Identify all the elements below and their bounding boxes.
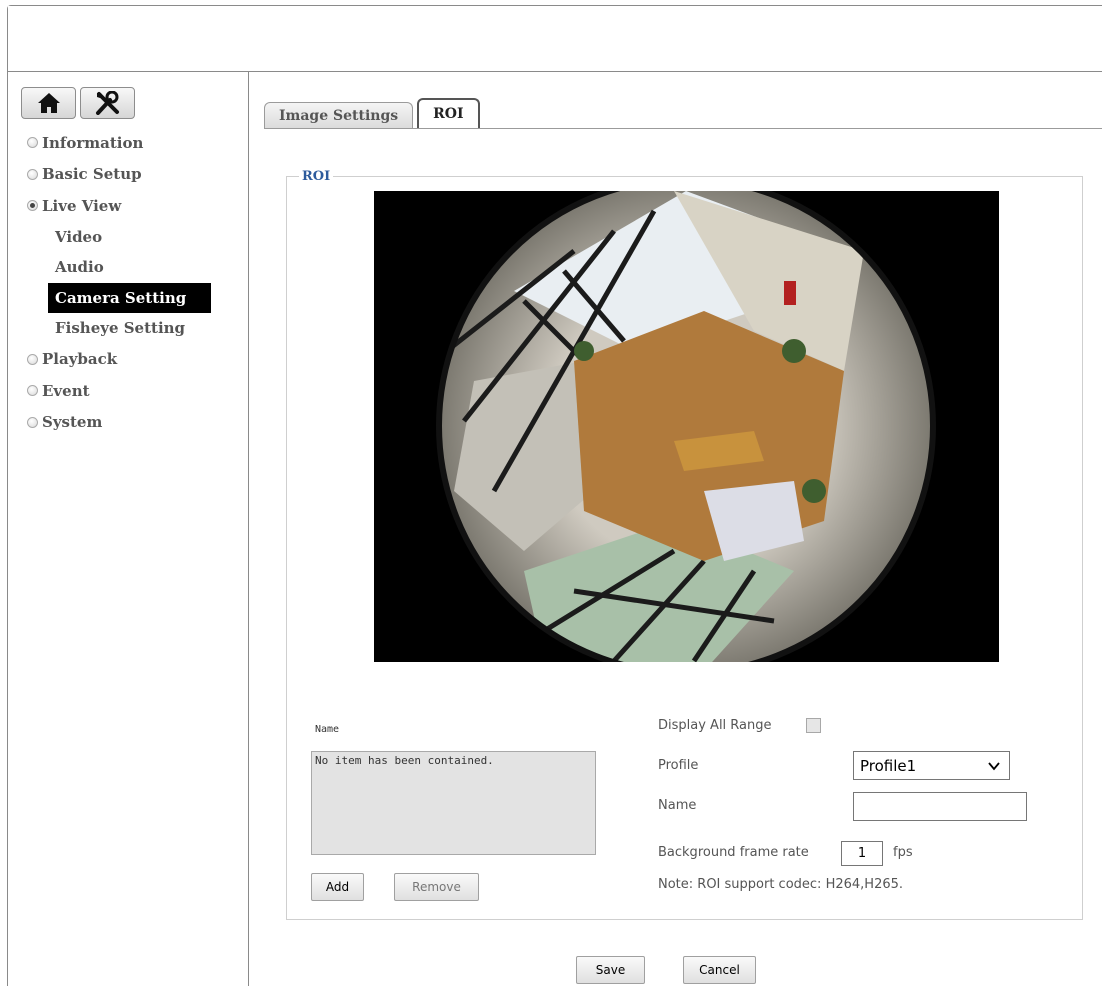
profile-select[interactable]: Profile1 bbox=[853, 751, 1010, 780]
tab-bar: Image Settings ROI bbox=[264, 98, 480, 128]
submenu-item-fisheye-setting[interactable]: Fisheye Setting bbox=[8, 313, 248, 344]
menu-item-label: System bbox=[42, 413, 103, 432]
radio-dot-active-icon bbox=[27, 200, 38, 212]
profile-selected-value: Profile1 bbox=[860, 756, 917, 775]
menu-item-label: Basic Setup bbox=[42, 165, 142, 184]
roi-name-input[interactable] bbox=[853, 792, 1027, 821]
radio-dot-icon bbox=[27, 353, 38, 365]
nav-menu: Information Basic Setup Live View Video … bbox=[8, 127, 248, 438]
menu-item-system[interactable]: System bbox=[8, 407, 248, 439]
add-button[interactable]: Add bbox=[311, 873, 364, 901]
menu-item-information[interactable]: Information bbox=[8, 127, 248, 159]
radio-dot-icon bbox=[27, 168, 38, 180]
menu-item-label: Playback bbox=[42, 350, 118, 369]
name-list-label: Name bbox=[315, 724, 340, 735]
tab-image-settings[interactable]: Image Settings bbox=[264, 102, 414, 128]
app-frame: Information Basic Setup Live View Video … bbox=[7, 5, 1102, 986]
submenu-item-camera-setting[interactable]: Camera Setting bbox=[48, 282, 211, 313]
codec-note: Note: ROI support codec: H264,H265. bbox=[658, 877, 904, 892]
home-icon bbox=[37, 93, 60, 113]
toolbar bbox=[21, 87, 135, 119]
tab-roi[interactable]: ROI bbox=[417, 98, 480, 128]
tab-divider bbox=[264, 128, 1102, 129]
name-field-label: Name bbox=[658, 798, 697, 813]
remove-button[interactable]: Remove bbox=[394, 873, 479, 901]
menu-item-event[interactable]: Event bbox=[8, 375, 248, 407]
save-button[interactable]: Save bbox=[576, 956, 645, 984]
menu-item-label: Event bbox=[42, 381, 90, 400]
sidebar: Information Basic Setup Live View Video … bbox=[8, 72, 249, 986]
submenu-item-video[interactable]: Video bbox=[8, 222, 248, 253]
radio-dot-icon bbox=[27, 416, 38, 428]
fps-unit-label: fps bbox=[893, 845, 913, 860]
header-bar bbox=[8, 6, 1102, 72]
fisheye-camera-image bbox=[374, 191, 999, 662]
menu-item-label: Information bbox=[42, 133, 144, 152]
cancel-button[interactable]: Cancel bbox=[683, 956, 756, 984]
fisheye-video-view[interactable] bbox=[374, 191, 999, 662]
menu-item-label: Live View bbox=[42, 196, 122, 215]
display-all-range-checkbox[interactable] bbox=[806, 718, 821, 733]
chevron-down-icon bbox=[988, 762, 1000, 771]
tools-button[interactable] bbox=[80, 87, 135, 119]
profile-label: Profile bbox=[658, 758, 699, 773]
display-all-range-label: Display All Range bbox=[658, 718, 772, 733]
main-content: Image Settings ROI ROI Name No item has … bbox=[249, 72, 1102, 986]
roi-name-list[interactable]: No item has been contained. bbox=[311, 751, 596, 855]
bg-frame-rate-label: Background frame rate bbox=[658, 845, 809, 860]
tools-icon bbox=[95, 91, 119, 115]
menu-item-playback[interactable]: Playback bbox=[8, 344, 248, 376]
menu-item-live-view[interactable]: Live View bbox=[8, 190, 248, 222]
bg-frame-rate-input[interactable]: 1 bbox=[841, 841, 883, 866]
radio-dot-icon bbox=[27, 137, 38, 149]
submenu-item-audio[interactable]: Audio bbox=[8, 252, 248, 283]
empty-list-message: No item has been contained. bbox=[315, 754, 494, 767]
radio-dot-icon bbox=[27, 385, 38, 397]
roi-legend: ROI bbox=[302, 169, 331, 184]
home-button[interactable] bbox=[21, 87, 76, 119]
menu-item-basic-setup[interactable]: Basic Setup bbox=[8, 159, 248, 191]
